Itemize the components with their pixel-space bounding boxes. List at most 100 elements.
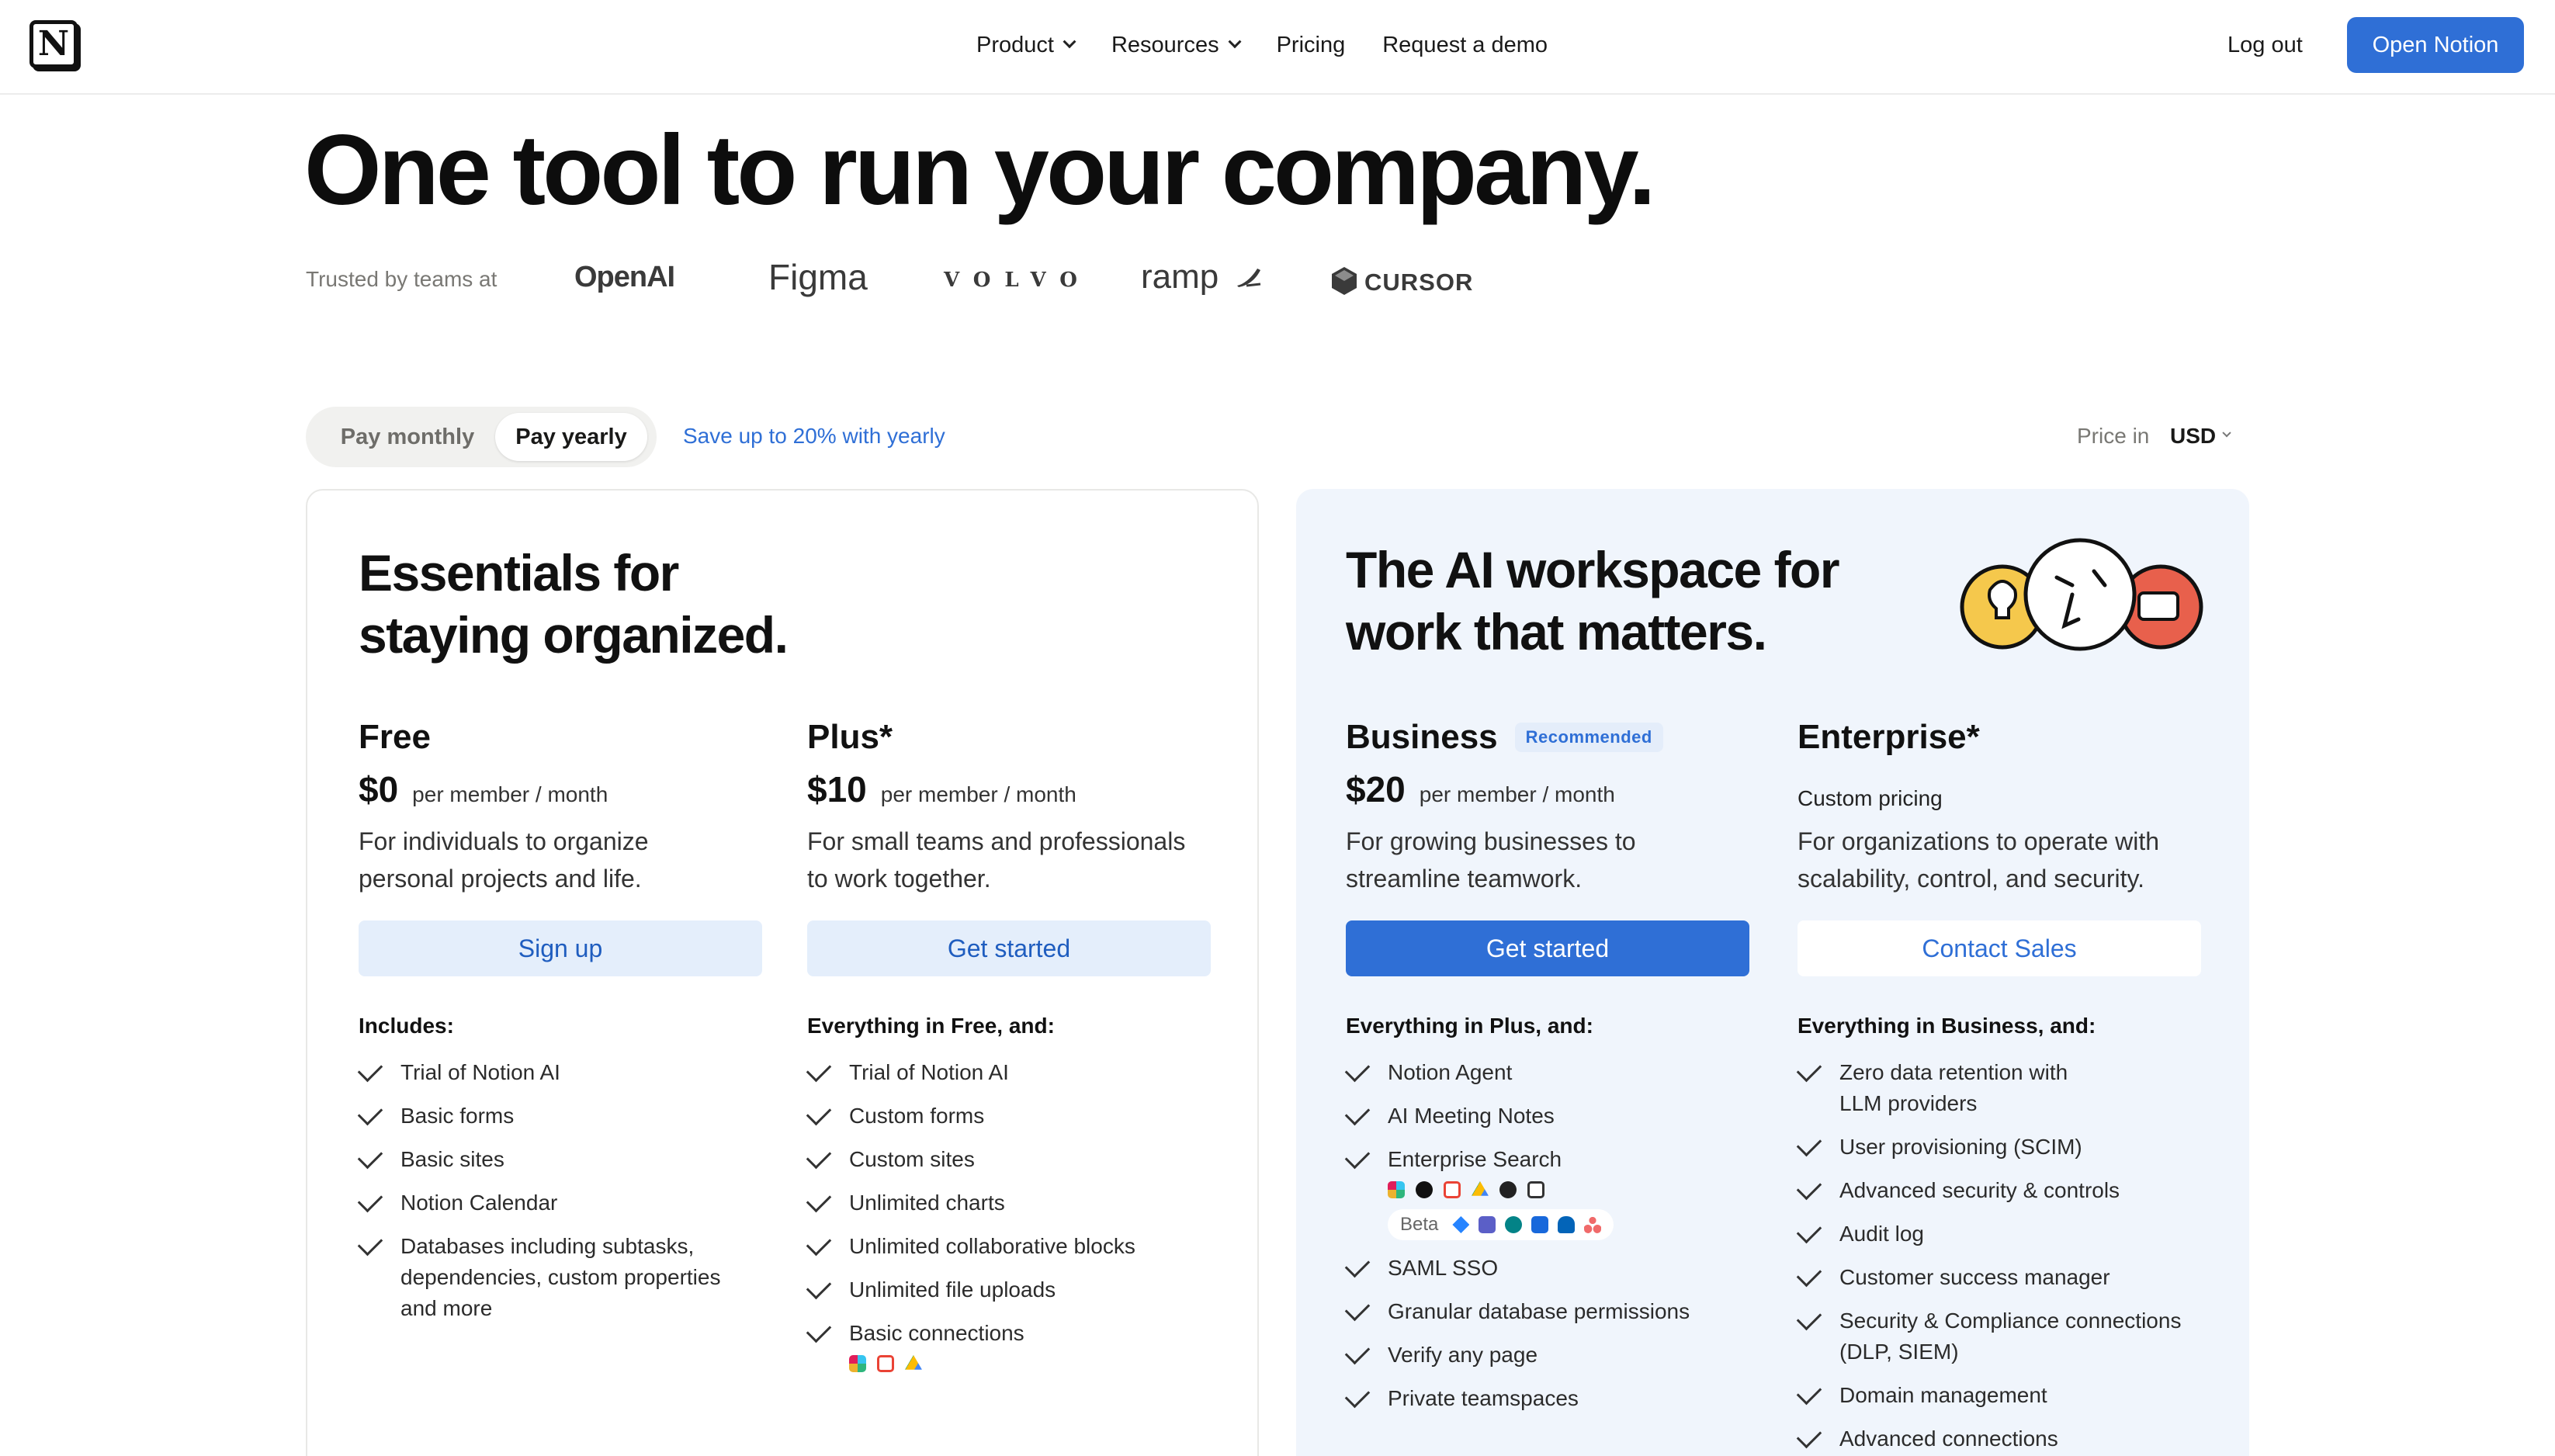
check-icon [1796,1423,1822,1449]
get-started-button[interactable]: Get started [807,920,1211,976]
check-icon [357,1230,383,1257]
plan-description: For individuals to organize personal proj… [359,827,649,893]
chevron-down-icon [1228,35,1242,49]
feature-item: Advanced connections [1796,1423,2201,1454]
nav-request-demo[interactable]: Request a demo [1382,33,1548,58]
price-in-label: Price in [2077,424,2150,448]
feature-item: Notion Agent [1344,1056,1749,1088]
nav-resources[interactable]: Resources [1111,33,1242,58]
jira-icon [1452,1216,1470,1233]
plan-name: Free [359,718,431,756]
pay-yearly-option[interactable]: Pay yearly [495,413,647,461]
check-icon [1344,1143,1371,1170]
contact-sales-button[interactable]: Contact Sales [1798,920,2201,976]
feature-item: Unlimited charts [806,1187,1211,1219]
check-icon [1796,1174,1822,1201]
cursor-cube-icon [1332,267,1357,295]
feature-item: Trial of Notion AI [357,1056,762,1088]
feature-item: Trial of Notion AI [806,1056,1211,1088]
plan-business: Business Recommended $20 per member / mont… [1344,714,1749,1414]
cursor-logo: CURSOR [1364,269,1474,296]
onedrive-icon [1558,1216,1576,1233]
check-icon [1344,1295,1371,1322]
beta-label: Beta [1400,1214,1439,1235]
gmail-icon [877,1355,894,1372]
nav-pricing[interactable]: Pricing [1277,33,1346,58]
feature-item: Databases including subtasks, dependencie… [357,1230,762,1324]
linear-icon [1499,1181,1517,1198]
feature-item: User provisioning (SCIM) [1796,1131,2201,1163]
openai-logo: OpenAI [574,261,675,293]
check-icon [806,1274,832,1300]
check-icon [357,1100,383,1126]
check-icon [806,1317,832,1343]
pay-monthly-option[interactable]: Pay monthly [317,413,498,461]
check-icon [806,1100,832,1126]
confluence-icon [1531,1216,1549,1233]
page-title: One tool to run your company. [304,115,1656,226]
check-icon [1796,1218,1822,1244]
feature-item: Customer success manager [1796,1261,2201,1293]
chevron-down-icon [2222,428,2231,438]
nav-product[interactable]: Product [976,33,1076,58]
chevron-down-icon [1063,35,1076,49]
plan-name: Enterprise* [1798,718,1980,756]
plan-description: For organizations to operate with scalabi… [1798,827,2160,893]
plan-plus: Plus* $10 per member / month For small te… [806,714,1211,1372]
check-icon [1796,1379,1822,1406]
currency-select[interactable]: USD [2170,424,2231,449]
sign-up-button[interactable]: Sign up [359,920,762,976]
price-unit: per member / month [1419,782,1615,806]
check-icon [806,1056,832,1083]
volvo-logo: VOLVO [944,269,1091,292]
plan-price: $0 [359,769,399,809]
price-unit: per member / month [412,782,608,806]
google-drive-icon [905,1355,922,1370]
teams-icon [1479,1216,1496,1233]
plan-price: $20 [1346,769,1406,809]
sharepoint-icon [1505,1216,1523,1233]
feature-item: Granular database permissions [1344,1295,1749,1327]
includes-title: Includes: [359,1014,454,1038]
github-icon [1416,1181,1433,1198]
plan-price: $10 [807,769,867,809]
check-icon [806,1143,832,1170]
feature-item: Unlimited file uploads [806,1274,1211,1305]
check-icon [806,1230,832,1257]
feature-item: Basic sites [357,1143,762,1175]
nav-links: Product Resources Pricing Request a demo [976,0,1548,90]
feature-item: AI Meeting Notes [1344,1100,1749,1132]
includes-title: Everything in Plus, and: [1346,1014,1593,1038]
essentials-heading: Essentials for staying organized. [359,544,789,664]
feature-item: Zero data retention with LLM providers [1796,1056,2201,1119]
feature-item: Audit log [1796,1218,2201,1250]
includes-title: Everything in Business, and: [1798,1014,2096,1038]
notion-logo-icon[interactable]: N [29,20,78,68]
check-icon [1344,1100,1371,1126]
logout-link[interactable]: Log out [2227,0,2303,90]
open-notion-button[interactable]: Open Notion [2347,17,2524,73]
figma-logo: Figma [768,257,868,297]
feature-item: Unlimited collaborative blocks [806,1230,1211,1262]
billing-toggle: Pay monthly Pay yearly [306,407,657,467]
feature-item: SAML SSO [1344,1252,1749,1284]
get-started-button[interactable]: Get started [1346,920,1749,976]
check-icon [357,1143,383,1170]
plan-name: Plus* [807,718,893,756]
check-icon [357,1056,383,1083]
check-icon [1344,1252,1371,1278]
asana-icon [1584,1216,1602,1233]
plan-description: For small teams and professionals to work… [807,827,1186,893]
google-drive-icon [1472,1181,1489,1196]
feature-item: Security & Compliance connections (DLP, S… [1796,1305,2201,1368]
gmail-icon [1444,1181,1461,1198]
ramp-logo: ramp [1141,258,1219,296]
check-icon [1796,1056,1822,1083]
custom-pricing: Custom pricing [1798,786,1943,810]
save-note: Save up to 20% with yearly [683,424,945,448]
connection-icons [849,1355,1211,1372]
feature-item: Verify any page [1344,1339,1749,1371]
check-icon [806,1187,832,1213]
ai-faces-illustration [1960,538,2203,651]
beta-connectors: Beta [1388,1209,1614,1240]
